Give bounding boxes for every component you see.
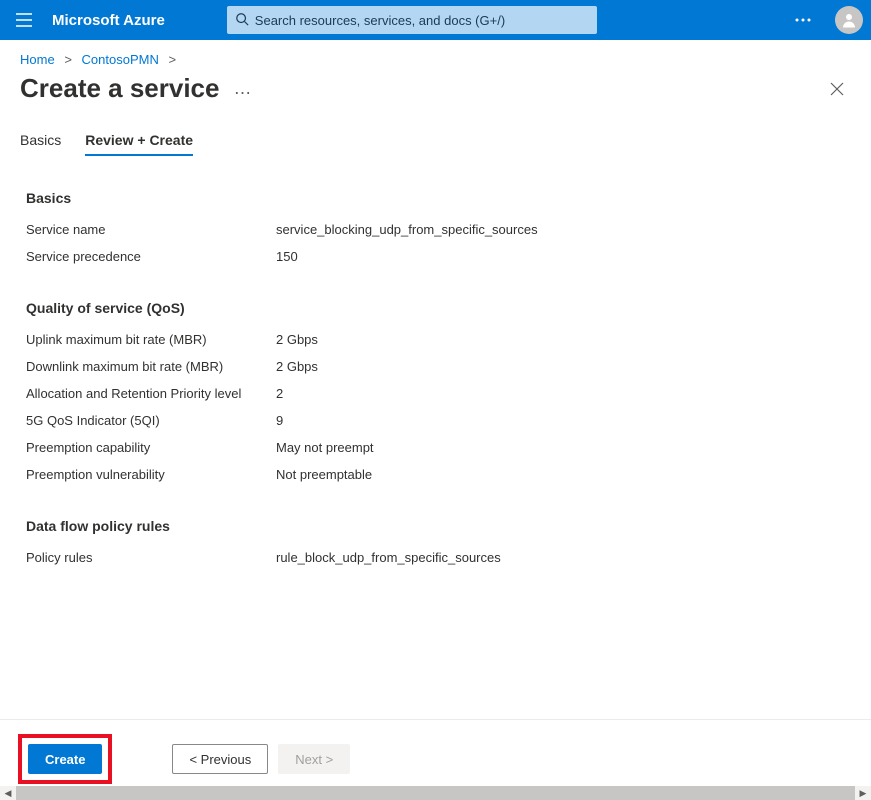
- kv-row: Uplink maximum bit rate (MBR) 2 Gbps: [26, 332, 845, 347]
- azure-topbar: Microsoft Azure: [0, 0, 871, 40]
- preempt-vul-label: Preemption vulnerability: [26, 467, 276, 482]
- search-icon: [235, 12, 249, 29]
- tab-basics[interactable]: Basics: [20, 126, 61, 156]
- uplink-mbr-label: Uplink maximum bit rate (MBR): [26, 332, 276, 347]
- kv-row: Allocation and Retention Priority level …: [26, 386, 845, 401]
- scrollbar-thumb[interactable]: [16, 786, 855, 800]
- uplink-mbr-value: 2 Gbps: [276, 332, 318, 347]
- breadcrumb-separator: >: [58, 52, 78, 67]
- wizard-tabs: Basics Review + Create: [0, 126, 871, 156]
- fiveqi-label: 5G QoS Indicator (5QI): [26, 413, 276, 428]
- preempt-cap-label: Preemption capability: [26, 440, 276, 455]
- hamburger-menu-icon[interactable]: [8, 4, 40, 36]
- title-more-icon[interactable]: …: [233, 78, 252, 99]
- arp-label: Allocation and Retention Priority level: [26, 386, 276, 401]
- next-button: Next >: [278, 744, 350, 774]
- preempt-vul-value: Not preemptable: [276, 467, 372, 482]
- page-title: Create a service: [20, 73, 219, 104]
- section-heading-rules: Data flow policy rules: [26, 518, 845, 534]
- user-avatar[interactable]: [835, 6, 863, 34]
- kv-row: Service precedence 150: [26, 249, 845, 264]
- search-input[interactable]: [255, 13, 589, 28]
- previous-button[interactable]: < Previous: [172, 744, 268, 774]
- brand-label: Microsoft Azure: [52, 12, 185, 29]
- service-precedence-label: Service precedence: [26, 249, 276, 264]
- service-name-label: Service name: [26, 222, 276, 237]
- kv-row: 5G QoS Indicator (5QI) 9: [26, 413, 845, 428]
- fiveqi-value: 9: [276, 413, 283, 428]
- kv-row: Policy rules rule_block_udp_from_specifi…: [26, 550, 845, 565]
- policy-rules-label: Policy rules: [26, 550, 276, 565]
- global-search[interactable]: [227, 6, 597, 34]
- create-button-highlight: Create: [18, 734, 112, 784]
- policy-rules-value: rule_block_udp_from_specific_sources: [276, 550, 501, 565]
- preempt-cap-value: May not preempt: [276, 440, 374, 455]
- create-button[interactable]: Create: [28, 744, 102, 774]
- service-precedence-value: 150: [276, 249, 298, 264]
- section-heading-qos: Quality of service (QoS): [26, 300, 845, 316]
- review-content: Basics Service name service_blocking_udp…: [0, 184, 871, 577]
- downlink-mbr-label: Downlink maximum bit rate (MBR): [26, 359, 276, 374]
- breadcrumb-separator: >: [162, 52, 182, 67]
- kv-row: Downlink maximum bit rate (MBR) 2 Gbps: [26, 359, 845, 374]
- downlink-mbr-value: 2 Gbps: [276, 359, 318, 374]
- topbar-more-icon[interactable]: [787, 4, 819, 36]
- service-name-value: service_blocking_udp_from_specific_sourc…: [276, 222, 538, 237]
- breadcrumb: Home > ContosoPMN >: [0, 40, 871, 73]
- tab-review-create[interactable]: Review + Create: [85, 126, 193, 156]
- kv-row: Preemption vulnerability Not preemptable: [26, 467, 845, 482]
- title-row: Create a service …: [0, 73, 871, 126]
- close-icon[interactable]: [823, 75, 851, 103]
- scroll-right-icon[interactable]: ▶: [855, 786, 871, 800]
- section-heading-basics: Basics: [26, 190, 845, 206]
- scroll-left-icon[interactable]: ◀: [0, 786, 16, 800]
- arp-value: 2: [276, 386, 283, 401]
- horizontal-scrollbar[interactable]: ◀ ▶: [0, 786, 871, 800]
- kv-row: Service name service_blocking_udp_from_s…: [26, 222, 845, 237]
- breadcrumb-resource[interactable]: ContosoPMN: [82, 52, 159, 67]
- breadcrumb-home[interactable]: Home: [20, 52, 55, 67]
- kv-row: Preemption capability May not preempt: [26, 440, 845, 455]
- wizard-footer: Create < Previous Next >: [0, 719, 871, 784]
